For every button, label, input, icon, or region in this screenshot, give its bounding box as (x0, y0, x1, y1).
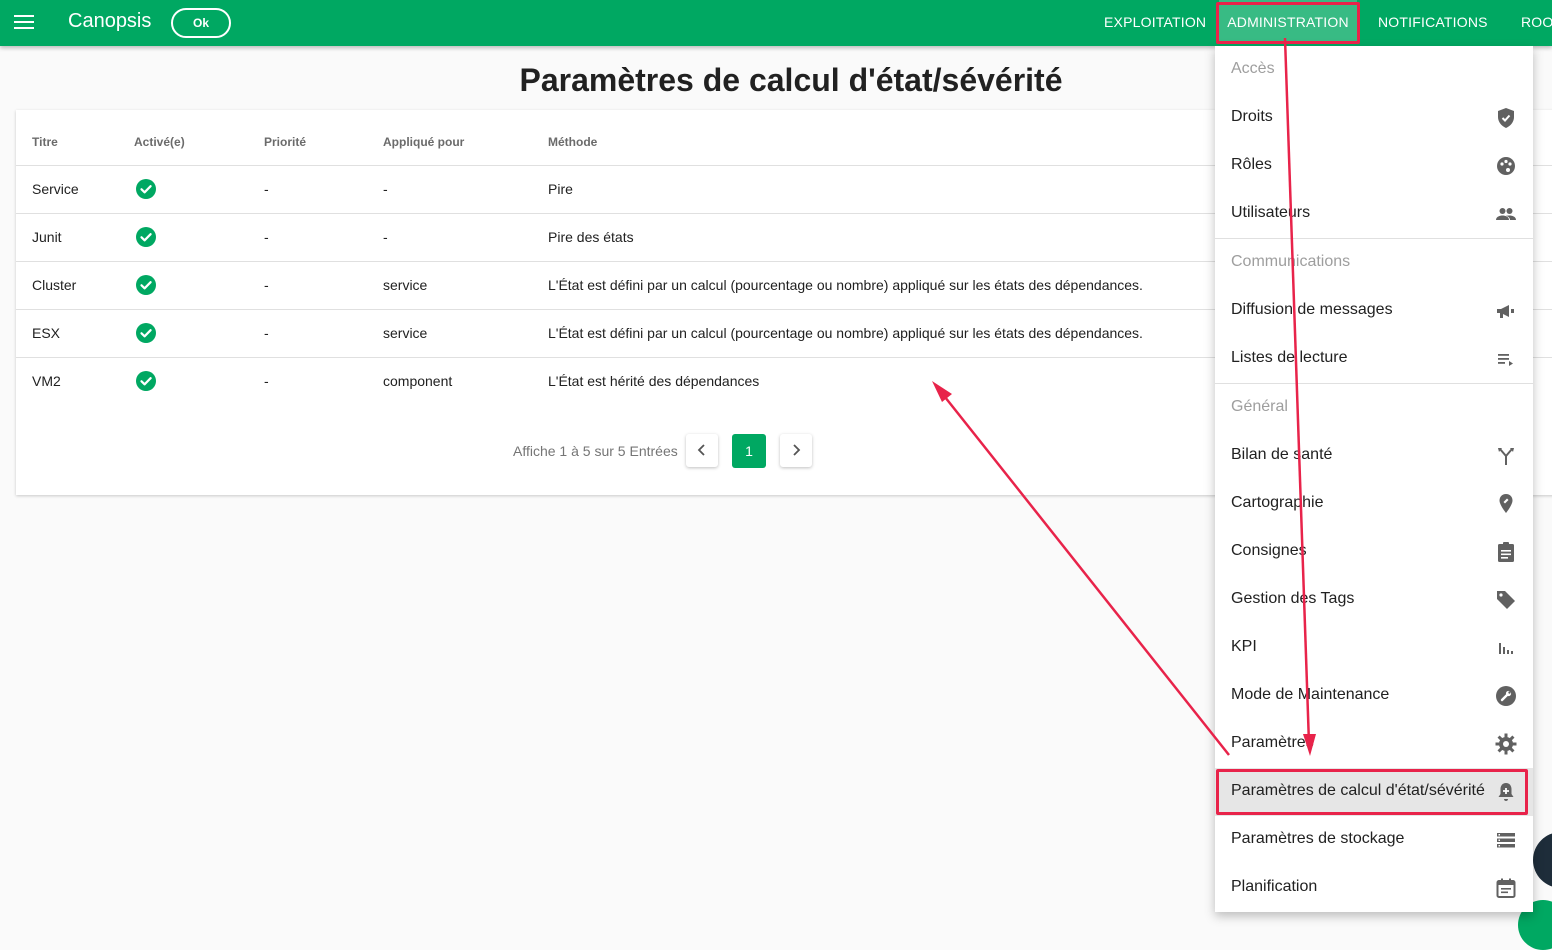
next-page-button[interactable] (780, 434, 812, 467)
menu-item-label: KPI (1231, 638, 1257, 655)
page-button-current[interactable]: 1 (732, 434, 766, 468)
nav-administration[interactable]: ADMINISTRATION (1219, 0, 1357, 44)
menu-item-label: Mode de Maintenance (1231, 686, 1390, 703)
bar-chart-icon (1499, 643, 1513, 654)
cell-priorite: - (264, 373, 269, 389)
cell-priorite: - (264, 181, 269, 197)
palette-icon (1497, 157, 1515, 175)
menu-item-label: Utilisateurs (1231, 204, 1311, 221)
cell-methode: L'État est défini par un calcul (pourcen… (548, 325, 1143, 341)
menu-subheader-communications: Communications (1231, 253, 1351, 270)
cell-applique: service (383, 325, 428, 341)
menu-item-utilisateurs[interactable]: Utilisateurs (1215, 190, 1533, 238)
refresh-fab[interactable] (1533, 832, 1552, 888)
megaphone-icon (1497, 305, 1514, 318)
cell-methode: Pire des états (548, 229, 634, 245)
menu-item-maintenance[interactable]: Mode de Maintenance (1215, 672, 1533, 720)
menu-item-consignes[interactable]: Consignes (1215, 528, 1533, 576)
menu-item-label: Cartographie (1231, 494, 1324, 511)
nav-root[interactable]: ROOT (1521, 0, 1552, 44)
pagination-summary: Affiche 1 à 5 sur 5 Entrées (513, 443, 678, 459)
check-circle-icon (136, 179, 156, 199)
check-circle-icon (136, 371, 156, 391)
menu-subheader-acces: Accès (1231, 60, 1275, 77)
playlist-icon (1498, 354, 1513, 366)
menu-item-label: Consignes (1231, 542, 1307, 559)
menu-item-label: Droits (1231, 108, 1273, 125)
status-chip[interactable]: Ok (171, 8, 231, 38)
menu-item-label: Paramètres (1231, 734, 1314, 751)
menu-item-label: Bilan de santé (1231, 446, 1333, 463)
col-applique[interactable]: Appliqué pour (383, 135, 464, 149)
cell-applique: - (383, 181, 388, 197)
menu-item-label: Paramètres de stockage (1231, 830, 1405, 847)
col-active[interactable]: Activé(e) (134, 135, 185, 149)
menu-item-roles[interactable]: Rôles (1215, 142, 1533, 190)
menu-item-parametres-calcul-etat[interactable]: Paramètres de calcul d'état/sévérité (1215, 768, 1533, 816)
administration-menu: Accès Droits Rôles Utilisateurs Communic… (1215, 46, 1533, 912)
cell-applique: component (383, 373, 453, 389)
menu-item-droits[interactable]: Droits (1215, 94, 1533, 142)
nav-notifications[interactable]: NOTIFICATIONS (1378, 0, 1488, 44)
menu-divider (1215, 238, 1533, 239)
calendar-icon (1496, 878, 1516, 898)
menu-subheader-general: Général (1231, 398, 1288, 415)
top-bar: Canopsis Ok EXPLOITATION ADMINISTRATION … (0, 0, 1552, 46)
menu-item-cartographie[interactable]: Cartographie (1215, 480, 1533, 528)
menu-item-parametres[interactable]: Paramètres (1215, 720, 1533, 768)
people-icon (1496, 208, 1516, 220)
prev-page-button[interactable] (686, 434, 718, 467)
cell-titre: ESX (32, 325, 61, 341)
menu-item-gestion-tags[interactable]: Gestion des Tags (1215, 576, 1533, 624)
nav-exploitation[interactable]: EXPLOITATION (1104, 0, 1206, 44)
wrench-icon (1496, 686, 1516, 706)
cell-applique: - (383, 229, 388, 245)
menu-item-label: Gestion des Tags (1231, 590, 1355, 607)
cell-titre: Cluster (32, 277, 77, 293)
cell-priorite: - (264, 229, 269, 245)
bell-plus-icon (1498, 783, 1514, 801)
gear-icon (1495, 733, 1517, 755)
menu-item-label: Listes de lecture (1231, 349, 1348, 366)
menu-item-diffusion[interactable]: Diffusion de messages (1215, 287, 1533, 335)
clipboard-icon (1498, 542, 1514, 562)
storage-icon (1497, 833, 1515, 848)
check-circle-icon (136, 323, 156, 343)
menu-item-bilan-sante[interactable]: Bilan de santé (1215, 432, 1533, 480)
cell-applique: service (383, 277, 428, 293)
col-methode[interactable]: Méthode (548, 135, 597, 149)
app-title[interactable]: Canopsis (68, 10, 151, 33)
menu-item-kpi[interactable]: KPI (1215, 624, 1533, 672)
menu-item-label: Rôles (1231, 156, 1272, 173)
map-pin-icon (1499, 494, 1513, 513)
col-titre[interactable]: Titre (32, 135, 58, 149)
menu-item-label: Planification (1231, 878, 1318, 895)
cell-methode: L'État est hérité des dépendances (548, 373, 760, 389)
cell-titre: Junit (32, 229, 62, 245)
tag-icon (1497, 591, 1515, 609)
shield-check-icon (1498, 108, 1514, 128)
chevron-right-icon (793, 444, 801, 456)
menu-icon[interactable] (14, 14, 34, 30)
cell-methode: L'État est défini par un calcul (pourcen… (548, 277, 1143, 293)
cell-titre: Service (32, 181, 79, 197)
col-priorite[interactable]: Priorité (264, 135, 306, 149)
menu-item-parametres-stockage[interactable]: Paramètres de stockage (1215, 816, 1533, 864)
check-circle-icon (136, 227, 156, 247)
fork-icon (1498, 448, 1514, 465)
menu-item-label: Paramètres de calcul d'état/sévérité (1231, 782, 1485, 799)
menu-item-label: Diffusion de messages (1231, 301, 1393, 318)
cell-titre: VM2 (32, 373, 61, 389)
cell-priorite: - (264, 277, 269, 293)
menu-item-listes-lecture[interactable]: Listes de lecture (1215, 335, 1533, 383)
menu-item-planification[interactable]: Planification (1215, 864, 1533, 912)
cell-priorite: - (264, 325, 269, 341)
cell-methode: Pire (548, 181, 573, 197)
menu-divider (1215, 383, 1533, 384)
chevron-left-icon (697, 444, 705, 456)
check-circle-icon (136, 275, 156, 295)
